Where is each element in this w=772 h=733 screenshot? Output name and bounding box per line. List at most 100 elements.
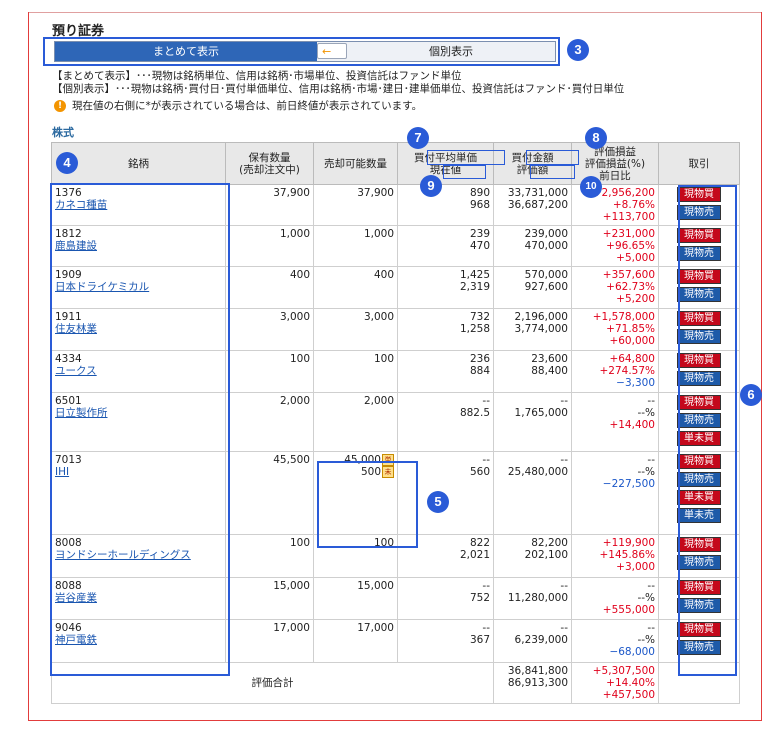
sellable-line: 400 [317,269,394,281]
cell-amount: -- 1,765,000 [493,392,572,452]
cell-holdings: 37,900 [225,184,314,226]
warning-message: ! 現在値の右側に*が表示されている場合は、前日終値が表示されています。 [54,98,422,113]
warning-icon: ! [54,99,66,112]
pnl-value: -- [647,580,655,592]
sellable-value: 37,900 [357,187,394,199]
cell-price: 236 884 [397,350,494,393]
note-summary: 【まとめて表示】･･･現物は銘柄単位、信用は銘柄･市場単位、投資信託はファンド単… [52,70,462,82]
cell-holdings: 15,000 [225,577,314,620]
current-price: 2,021 [459,549,490,561]
header-trade: 取引 [658,142,740,185]
purchase-amount: 82,200 [531,537,568,549]
total-amount: 36,841,800 86,913,300 [493,662,572,704]
pnl-percent: +145.86% [599,549,655,561]
cell-pnl: +64,800 +274.57% −3,300 [571,350,659,393]
purchase-amount: -- [560,395,568,407]
cell-pnl: -- --% −68,000 [571,619,659,663]
cell-holdings: 3,000 [225,308,314,351]
cell-amount: 33,731,000 36,687,200 [493,184,572,226]
cell-amount: -- 11,280,000 [493,577,572,620]
day-change: +5,200 [616,293,655,305]
sellable-line: 1,000 [317,228,394,240]
pnl-value: +231,000 [602,228,655,240]
header-sellable: 売却可能数量 [313,142,398,185]
cell-pnl: -- --% +14,400 [571,392,659,452]
cell-sellable: 17,000 [313,619,398,663]
highlight-trade-column [678,185,737,676]
cell-price: 1,425 2,319 [397,266,494,309]
pnl-value: +357,600 [602,269,655,281]
note-individual: 【個別表示】･･･現物は銘柄･買付日･買付単価単位、信用は銘柄･市場･建日･建単… [52,83,625,95]
callout-badge-8: 8 [585,127,607,149]
highlight-current-price [443,165,486,179]
total-pnl-value: +5,307,500 [592,665,655,677]
cell-price: 732 1,258 [397,308,494,351]
header-holdings-line1: 保有数量 [248,151,291,164]
cell-amount: -- 25,480,000 [493,451,572,535]
pnl-percent: --% [637,634,655,646]
highlight-purchase-amount [526,150,579,165]
day-change: +5,000 [616,252,655,264]
purchase-amount: 239,000 [524,228,568,240]
sellable-value: 3,000 [363,311,394,323]
cell-price: -- 752 [397,577,494,620]
avg-price: -- [482,395,490,407]
current-price: 367 [469,634,490,646]
pnl-value: -- [647,622,655,634]
cell-amount: 82,200 202,100 [493,534,572,578]
valuation-amount: 202,100 [524,549,568,561]
purchase-amount: -- [560,622,568,634]
highlight-sellable-cell [317,461,418,548]
highlight-avg-price [427,150,505,165]
header-pnl-line3: 前日比 [599,169,631,182]
current-price: 752 [469,592,490,604]
pnl-value: -- [647,395,655,407]
warning-text: 現在値の右側に*が表示されている場合は、前日終値が表示されています。 [72,100,423,112]
header-pnl-line2: 評価損益(%) [584,157,646,170]
sellable-value: 15,000 [357,580,394,592]
cell-holdings: 2,000 [225,392,314,452]
sellable-value: 400 [373,269,394,281]
purchase-amount: 33,731,000 [507,187,568,199]
cell-pnl: +231,000 +96.65% +5,000 [571,225,659,267]
purchase-amount: 23,600 [531,353,568,365]
highlight-valuation [530,165,575,179]
valuation-amount: 3,774,000 [514,323,568,335]
callout-badge-3: 3 [567,39,589,61]
day-change: +113,700 [602,211,655,223]
avg-price: 890 [469,187,490,199]
purchase-amount: 570,000 [524,269,568,281]
callout-badge-9: 9 [420,175,442,197]
callout-badge-5: 5 [427,491,449,513]
purchase-amount: -- [560,454,568,466]
day-change: −3,300 [616,377,655,389]
valuation-amount: 11,280,000 [507,592,568,604]
cell-holdings: 17,000 [225,619,314,663]
cell-price: 239 470 [397,225,494,267]
current-price: 470 [469,240,490,252]
current-price: 2,319 [459,281,490,293]
pnl-value: -- [647,454,655,466]
cell-amount: 239,000 470,000 [493,225,572,267]
pnl-value: +64,800 [609,353,655,365]
pnl-value: +119,900 [602,537,655,549]
pnl-percent: +62.73% [606,281,655,293]
valuation-amount: 1,765,000 [514,407,568,419]
pnl-percent: +96.65% [606,240,655,252]
cell-sellable: 15,000 [313,577,398,620]
valuation-amount: 6,239,000 [514,634,568,646]
avg-price: -- [482,580,490,592]
valuation-amount: 36,687,200 [507,199,568,211]
cell-sellable: 3,000 [313,308,398,351]
cell-sellable: 400 [313,266,398,309]
avg-price: 239 [469,228,490,240]
pnl-percent: +8.76% [612,199,655,211]
highlight-name-column [50,183,230,676]
cell-holdings: 100 [225,350,314,393]
valuation-amount: 470,000 [524,240,568,252]
pnl-percent: --% [637,407,655,419]
current-price: 884 [469,365,490,377]
cell-sellable: 37,900 [313,184,398,226]
total-day-change: +457,500 [602,689,655,701]
day-change: −68,000 [609,646,655,658]
